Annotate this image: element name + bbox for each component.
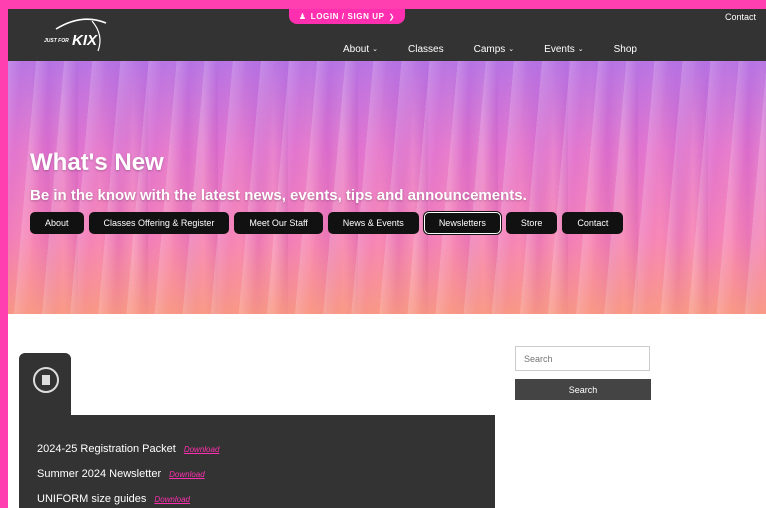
search-button[interactable]: Search: [515, 379, 651, 400]
download-link[interactable]: Download: [169, 470, 205, 479]
search-input[interactable]: [515, 346, 650, 371]
documents-tab: [19, 353, 71, 415]
just-for-kix-logo[interactable]: JUST FOR KIX: [42, 15, 112, 55]
nav-item-events[interactable]: Events ⌄: [544, 41, 583, 57]
logo-big-text: KIX: [72, 32, 98, 49]
login-label: LOGIN / SIGN UP: [310, 12, 385, 21]
chevron-down-icon: ⌄: [508, 46, 515, 53]
download-link[interactable]: Download: [154, 495, 190, 504]
document-name: UNIFORM size guides: [37, 493, 147, 505]
nav-label: Classes: [408, 43, 444, 55]
tab-contact[interactable]: Contact: [562, 212, 624, 234]
main-nav: About ⌄ Classes Camps ⌄ Events ⌄ Shop: [343, 41, 667, 57]
nav-label: About: [343, 43, 370, 55]
list-item: UNIFORM size guides Download: [37, 493, 190, 505]
nav-item-shop[interactable]: Shop: [614, 41, 637, 57]
document-name: 2024-25 Registration Packet: [37, 443, 176, 455]
login-signup-button[interactable]: ♟ LOGIN / SIGN UP ❯: [289, 9, 405, 24]
top-navbar: JUST FOR KIX ♟ LOGIN / SIGN UP ❯ Contact…: [8, 9, 766, 61]
tab-newsletters[interactable]: Newsletters: [423, 212, 501, 234]
chevron-down-icon: ❯: [388, 13, 396, 21]
nav-label: Camps: [473, 43, 506, 55]
section-tabs: About Classes Offering & Register Meet O…: [30, 212, 624, 234]
page-subtitle: Be in the know with the latest news, eve…: [30, 187, 527, 204]
list-item: Summer 2024 Newsletter Download: [37, 468, 205, 480]
nav-item-camps[interactable]: Camps ⌄: [474, 41, 515, 57]
tab-meet-staff[interactable]: Meet Our Staff: [234, 212, 323, 234]
top-contact-link[interactable]: Contact: [725, 12, 756, 22]
nav-label: Shop: [613, 43, 637, 55]
page-title: What's New: [30, 149, 164, 176]
list-item: 2024-25 Registration Packet Download: [37, 443, 219, 455]
document-icon: [33, 367, 59, 393]
chevron-down-icon: ⌄: [372, 46, 379, 53]
tab-about[interactable]: About: [30, 212, 84, 234]
nav-label: Events: [544, 43, 575, 55]
tab-store[interactable]: Store: [505, 212, 558, 234]
download-link[interactable]: Download: [184, 445, 220, 454]
page-frame: JUST FOR KIX ♟ LOGIN / SIGN UP ❯ Contact…: [8, 9, 766, 508]
logo-small-text: JUST FOR: [44, 38, 69, 44]
user-icon: ♟: [298, 12, 307, 21]
documents-panel: 2024-25 Registration Packet Download Sum…: [19, 415, 495, 508]
hero-banner: What's New Be in the know with the lates…: [8, 61, 766, 314]
nav-item-about[interactable]: About ⌄: [343, 41, 378, 57]
nav-item-classes[interactable]: Classes: [408, 41, 444, 57]
document-name: Summer 2024 Newsletter: [37, 468, 162, 480]
chevron-down-icon: ⌄: [577, 46, 584, 53]
tab-news-events[interactable]: News & Events: [327, 212, 419, 234]
tab-classes-register[interactable]: Classes Offering & Register: [88, 212, 230, 234]
